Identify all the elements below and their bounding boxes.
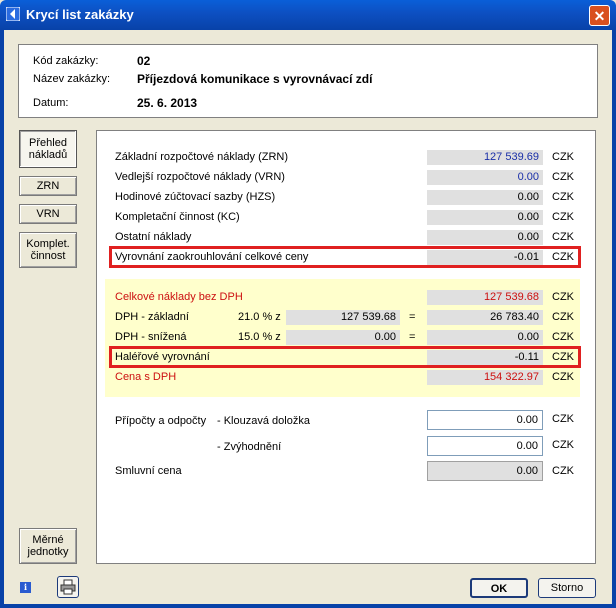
vrn-value: 0.00 [427,170,543,185]
advantage-label: - Zvýhodnění [217,441,282,453]
adjustments-label: Přípočty a odpočty [115,415,207,427]
kc-value: 0.00 [427,210,543,225]
sidebar-units-button[interactable]: Měrné jednotky [19,528,77,564]
vat-basic-base: 127 539.68 [286,310,400,325]
vat-reduced-rate: 15.0 % z [238,331,281,343]
contract-price-label: Smluvní cena [115,465,182,477]
other-costs-label: Ostatní náklady [115,231,192,243]
window-frame-left [0,30,4,608]
ok-button[interactable]: OK [470,578,528,598]
kc-label: Kompletační činnost (KC) [115,211,240,223]
sliding-clause-label: - Klouzavá doložka [217,415,310,427]
cancel-button[interactable]: Storno [538,578,596,598]
window-frame-right [612,30,616,608]
window-frame-bottom [0,604,616,608]
highlight-frame-halere [109,346,581,368]
order-name-value: Příjezdová komunikace s vyrovnávací zdí [137,72,373,86]
other-costs-value: 0.00 [427,230,543,245]
sidebar-zrn-button[interactable]: ZRN [19,176,77,196]
currency-label: CZK [552,413,574,425]
currency-label: CZK [552,465,574,477]
vat-reduced-label: DPH - snížená [115,331,187,343]
currency-label: CZK [552,151,574,163]
vrn-label: Vedlejší rozpočtové náklady (VRN) [115,171,285,183]
order-header-panel: Kód zakázky: 02 Název zakázky: Příjezdov… [18,44,598,118]
currency-label: CZK [552,171,574,183]
order-code-label: Kód zakázky: [33,55,99,67]
currency-label: CZK [552,291,574,303]
vat-basic-value: 26 783.40 [427,310,543,325]
currency-label: CZK [552,191,574,203]
currency-label: CZK [552,211,574,223]
price-with-vat-value: 154 322.97 [427,370,543,385]
zrn-value: 127 539.69 [427,150,543,165]
info-icon[interactable]: i [20,582,31,593]
order-code-value: 02 [137,54,151,68]
window-title: Krycí list zakázky [26,7,134,22]
close-button[interactable]: ✕ [589,5,610,26]
vat-reduced-value: 0.00 [427,330,543,345]
vat-basic-label: DPH - základní [115,311,189,323]
advantage-input[interactable]: 0.00 [427,436,543,456]
order-name-label: Název zakázky: [33,73,111,85]
currency-label: CZK [552,231,574,243]
total-without-vat-value: 127 539.68 [427,290,543,305]
order-date-label: Datum: [33,97,69,109]
hzs-label: Hodinové zúčtovací sazby (HZS) [115,191,276,203]
zrn-label: Základní rozpočtové náklady (ZRN) [115,151,289,163]
sidebar-overview-button[interactable]: Přehled nákladů [19,130,77,168]
hzs-value: 0.00 [427,190,543,205]
total-without-vat-label: Celkové náklady bez DPH [115,291,243,303]
print-button[interactable] [57,576,79,598]
vat-reduced-base: 0.00 [286,330,400,345]
equals-sign: = [409,331,416,343]
equals-sign: = [409,311,416,323]
contract-price-value: 0.00 [427,461,543,481]
order-date-value: 25. 6. 2013 [137,96,198,110]
back-arrow-icon [6,7,20,21]
vat-basic-rate: 21.0 % z [238,311,281,323]
highlight-frame-rounding [109,246,581,268]
price-with-vat-label: Cena s DPH [115,371,177,383]
currency-label: CZK [552,439,574,451]
sliding-clause-input[interactable]: 0.00 [427,410,543,430]
title-bar: Krycí list zakázky ✕ [0,0,616,30]
currency-label: CZK [552,371,574,383]
sidebar-vrn-button[interactable]: VRN [19,204,77,224]
currency-label: CZK [552,311,574,323]
sidebar-kc-button[interactable]: Komplet. činnost [19,232,77,268]
currency-label: CZK [552,331,574,343]
printer-icon [60,579,76,595]
